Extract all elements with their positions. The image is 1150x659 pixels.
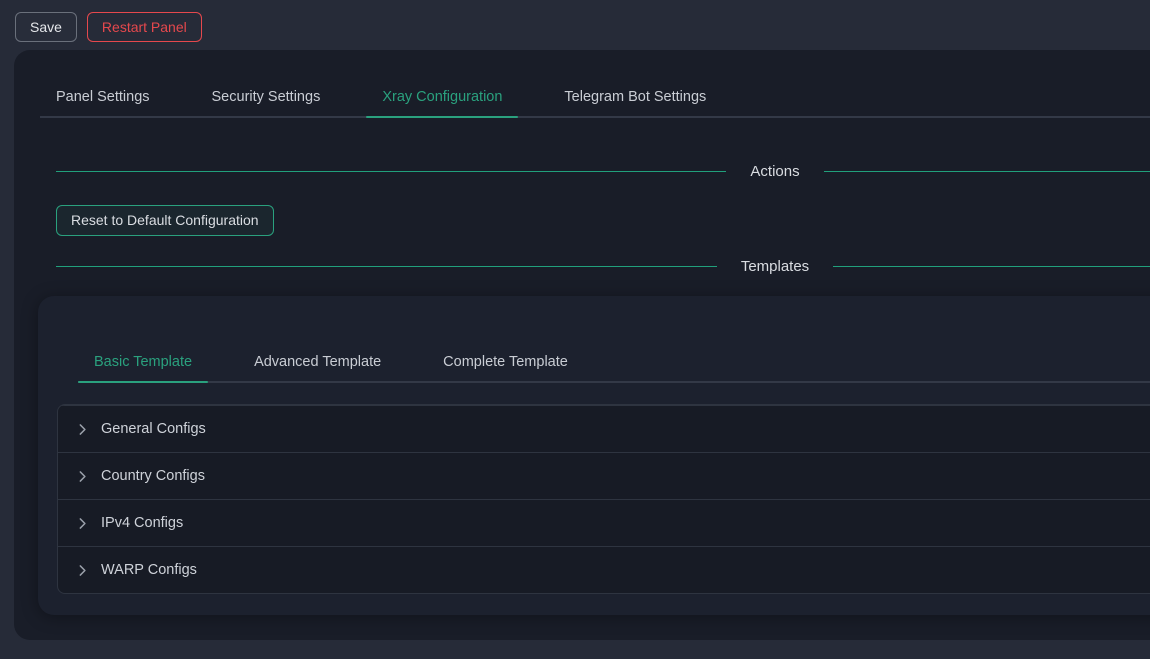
settings-tab-bar: Panel Settings Security Settings Xray Co…	[40, 78, 1150, 118]
templates-section-divider: Templates	[56, 258, 1150, 275]
chevron-right-icon	[76, 517, 89, 530]
tab-label: Telegram Bot Settings	[564, 89, 706, 105]
accordion-item-country-configs[interactable]: Country Configs	[58, 452, 1150, 499]
template-tab-label: Advanced Template	[254, 354, 381, 370]
tab-panel-settings[interactable]: Panel Settings	[40, 78, 166, 116]
accordion-item-warp-configs[interactable]: WARP Configs	[58, 546, 1150, 593]
template-tab-advanced-template[interactable]: Advanced Template	[238, 343, 397, 381]
divider-line	[56, 171, 726, 172]
divider-line	[833, 266, 1150, 267]
divider-line	[824, 171, 1150, 172]
tab-telegram-bot-settings[interactable]: Telegram Bot Settings	[548, 78, 722, 116]
template-tab-label: Complete Template	[443, 354, 568, 370]
accordion-item-label: General Configs	[101, 421, 206, 437]
template-tab-bar: Basic Template Advanced Template Complet…	[78, 343, 1150, 383]
tab-label: Panel Settings	[56, 89, 150, 105]
restart-panel-button[interactable]: Restart Panel	[87, 12, 202, 42]
accordion-item-label: Country Configs	[101, 468, 205, 484]
template-tab-complete-template[interactable]: Complete Template	[427, 343, 584, 381]
templates-card: Basic Template Advanced Template Complet…	[38, 296, 1150, 615]
save-button[interactable]: Save	[15, 12, 77, 42]
chevron-right-icon	[76, 470, 89, 483]
accordion-item-ipv4-configs[interactable]: IPv4 Configs	[58, 499, 1150, 546]
chevron-right-icon	[76, 423, 89, 436]
config-accordion: General Configs Country Configs	[57, 404, 1150, 594]
divider-line	[56, 266, 717, 267]
chevron-right-icon	[76, 564, 89, 577]
reset-default-config-button[interactable]: Reset to Default Configuration	[56, 205, 274, 236]
top-action-bar: Save Restart Panel	[15, 12, 202, 42]
accordion-item-label: IPv4 Configs	[101, 515, 183, 531]
tab-label: Xray Configuration	[382, 89, 502, 105]
template-tab-label: Basic Template	[94, 354, 192, 370]
tab-xray-configuration[interactable]: Xray Configuration	[366, 78, 518, 116]
accordion-item-general-configs[interactable]: General Configs	[58, 405, 1150, 452]
accordion-item-label: WARP Configs	[101, 562, 197, 578]
actions-section-title: Actions	[726, 163, 823, 180]
tab-security-settings[interactable]: Security Settings	[196, 78, 337, 116]
settings-page: Save Restart Panel Panel Settings Securi…	[0, 0, 1150, 659]
actions-section-divider: Actions	[56, 163, 1150, 180]
settings-card: Panel Settings Security Settings Xray Co…	[14, 50, 1150, 640]
templates-section-title: Templates	[717, 258, 833, 275]
template-tab-basic-template[interactable]: Basic Template	[78, 343, 208, 381]
tab-label: Security Settings	[212, 89, 321, 105]
